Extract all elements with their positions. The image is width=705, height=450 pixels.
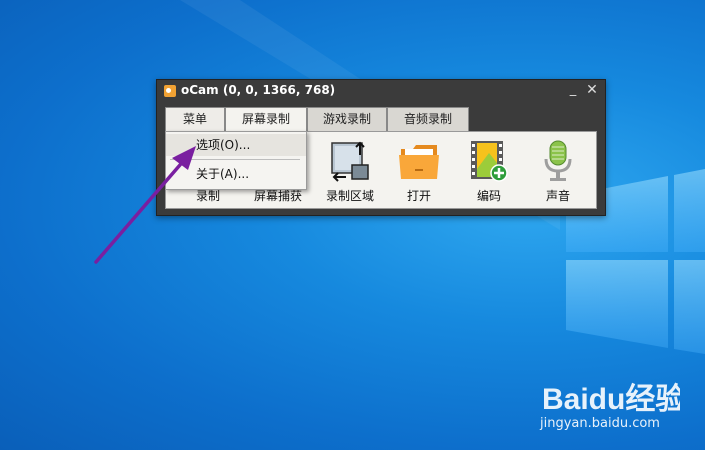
menu-separator — [170, 159, 300, 160]
open-button[interactable]: 打开 — [385, 132, 453, 208]
menu-item-about[interactable]: 关于(A)... — [166, 163, 306, 185]
watermark-url: jingyan.baidu.com — [540, 416, 660, 431]
close-button[interactable]: ✕ — [584, 82, 600, 98]
window-title: oCam (0, 0, 1366, 768) — [181, 83, 336, 97]
sound-button[interactable]: 声音 — [524, 132, 592, 208]
tab-menu[interactable]: 菜单 — [165, 107, 225, 131]
minimize-button[interactable]: _ — [565, 82, 581, 98]
tab-audio-record[interactable]: 音频录制 — [387, 107, 469, 131]
sound-label: 声音 — [545, 189, 570, 203]
resize-region-icon — [331, 141, 369, 182]
open-label: 打开 — [406, 189, 431, 203]
tab-screen-record[interactable]: 屏幕录制 — [225, 107, 307, 131]
encode-label: 编码 — [476, 189, 501, 203]
film-add-icon — [471, 141, 508, 182]
record-region-label: 录制区域 — [325, 189, 374, 203]
tab-bar: 菜单 屏幕录制 游戏录制 音频录制 — [165, 107, 605, 131]
baidu-jingyan-logo: Baidu经验 — [542, 382, 680, 416]
ocam-app-icon — [164, 85, 176, 97]
folder-icon — [399, 145, 439, 179]
encode-button[interactable]: 编码 — [455, 132, 523, 208]
microphone-icon — [544, 140, 572, 181]
record-region-button[interactable]: 录制区域 — [316, 132, 384, 208]
title-bar[interactable]: oCam (0, 0, 1366, 768) _ ✕ — [157, 80, 605, 102]
tab-game-record[interactable]: 游戏录制 — [307, 107, 387, 131]
menu-item-options[interactable]: 选项(O)... — [166, 134, 306, 156]
menu-dropdown: 选项(O)... 关于(A)... — [165, 131, 307, 190]
watermark-logo-text: Baidu经验 — [542, 382, 680, 416]
